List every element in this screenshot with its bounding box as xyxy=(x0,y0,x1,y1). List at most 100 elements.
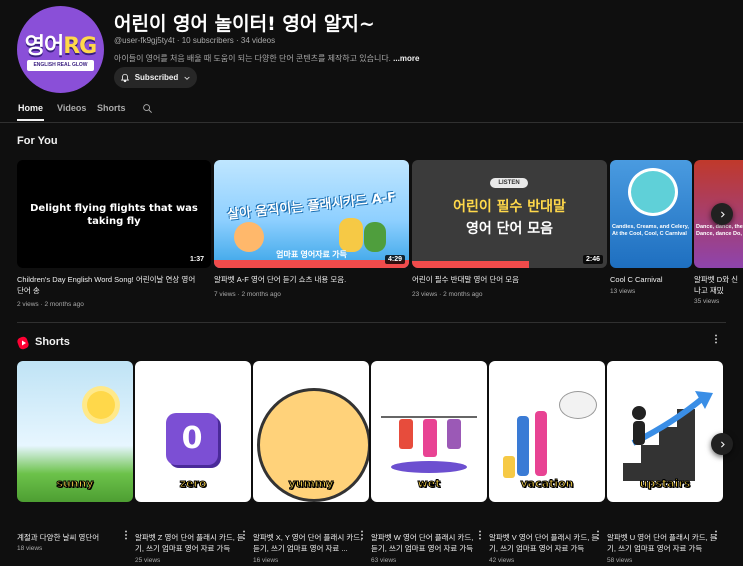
vertical-dots-icon[interactable]: ⋮ xyxy=(711,334,721,345)
clothesline xyxy=(381,416,477,418)
short-thumbnail[interactable]: vacation xyxy=(489,361,605,502)
short-word: yummy xyxy=(288,477,334,491)
subscribed-button[interactable]: Subscribed xyxy=(114,67,197,88)
section-divider xyxy=(17,322,726,323)
suitcase-illustration xyxy=(503,456,515,478)
short-thumbnail[interactable]: sunny xyxy=(17,361,133,502)
short-title[interactable]: 계절과 다양한 날씨 영단어 xyxy=(17,532,127,543)
short-views: 63 views xyxy=(371,557,397,564)
tab-shorts[interactable]: Shorts xyxy=(97,103,126,113)
tab-home[interactable]: Home xyxy=(18,103,43,113)
short-word: vacation xyxy=(520,477,574,491)
vertical-dots-icon[interactable]: ⋮ xyxy=(475,530,485,541)
sock-illustration xyxy=(399,419,413,449)
avatar-logo-sub: ENGLISH REAL GLOW xyxy=(27,60,94,71)
video-title[interactable]: 어린이 필수 반대말 영어 단어 모음 xyxy=(412,274,602,285)
vertical-dots-icon[interactable]: ⋮ xyxy=(121,530,131,541)
video-views: 23 views xyxy=(412,291,438,298)
short-thumbnail[interactable]: yummy xyxy=(253,361,369,502)
sock-illustration xyxy=(423,419,437,457)
active-tab-indicator xyxy=(17,119,44,121)
video-duration: 4:29 xyxy=(384,255,405,264)
video-title[interactable]: Children's Day English Word Song! 어린이날 연… xyxy=(17,274,203,296)
sun-illustration xyxy=(87,391,115,419)
avatar-logo: 영어RG xyxy=(24,34,97,59)
channel-avatar[interactable]: 영어RG ENGLISH REAL GLOW xyxy=(17,6,104,93)
video-title[interactable]: 알파벳 A-F 영어 단어 듣기 쇼츠 내용 모음. xyxy=(214,274,404,285)
number-zero-illustration: 0 xyxy=(166,413,218,465)
kid-illustration xyxy=(364,222,386,252)
short-thumbnail[interactable]: upstairs xyxy=(607,361,723,502)
short-word: zero xyxy=(179,477,207,491)
chevron-right-icon xyxy=(720,440,725,448)
kid-illustration xyxy=(339,218,363,252)
thumbnail-caption: 살아 움직이는 플래시카드 A-F xyxy=(226,190,397,223)
person-illustration xyxy=(535,411,547,476)
video-age: 2 months ago xyxy=(44,301,84,308)
vertical-dots-icon[interactable]: ⋮ xyxy=(593,530,603,541)
video-age: 2 months ago xyxy=(443,291,483,298)
person-illustration xyxy=(517,416,529,476)
video-thumbnail[interactable]: Delight flying flights that was taking f… xyxy=(17,160,211,268)
channel-meta: @user-fk9gj5ty4t · 10 subscribers · 34 v… xyxy=(114,36,276,45)
description-more-link[interactable]: ...more xyxy=(393,54,419,63)
tab-videos[interactable]: Videos xyxy=(57,103,86,113)
video-views: 7 views xyxy=(214,291,236,298)
thumbnail-subcaption: 엄마표 영어자료 가득 xyxy=(276,250,347,259)
thumbnail-caption: Delight flying flights that was taking f… xyxy=(30,203,198,227)
sock-illustration xyxy=(447,419,461,449)
kid-illustration xyxy=(234,222,264,252)
thought-bubble xyxy=(559,391,597,419)
video-views: 2 views xyxy=(17,301,39,308)
short-thumbnail[interactable]: wet xyxy=(371,361,487,502)
video-meta: 23 views · 2 months ago xyxy=(412,291,483,298)
progress-strip xyxy=(214,260,409,268)
listen-badge: LISTEN xyxy=(490,178,528,188)
for-you-next-button[interactable] xyxy=(711,203,733,225)
shorts-next-button[interactable] xyxy=(711,433,733,455)
vertical-dots-icon[interactable]: ⋮ xyxy=(357,530,367,541)
short-title[interactable]: 알파벳 U 영어 단어 플래시 카드, 듣기, 쓰기 엄마표 영어 자료 가득 xyxy=(607,532,717,554)
description-text: 아이들이 영어를 처음 배울 때 도움이 되는 다양한 단어 콘텐츠를 제작하고… xyxy=(114,54,391,63)
shorts-heading: Shorts xyxy=(35,336,70,348)
channel-handle: @user-fk9gj5ty4t xyxy=(114,36,175,45)
video-duration: 1:37 xyxy=(186,255,207,264)
video-thumbnail[interactable]: Candies, Creams, and Celery, At the Cool… xyxy=(610,160,692,268)
video-title[interactable]: 알파벳 D와 신나고 재밌 xyxy=(694,274,743,296)
letter-c-illustration xyxy=(628,168,678,216)
vertical-dots-icon[interactable]: ⋮ xyxy=(239,530,249,541)
channel-description[interactable]: 아이들이 영어를 처음 배울 때 도움이 되는 다양한 단어 콘텐츠를 제작하고… xyxy=(114,53,419,64)
short-title[interactable]: 알파벳 V 영어 단어 플래시 카드, 듣기, 쓰기 엄마표 영어 자료 가득 xyxy=(489,532,599,554)
thumbnail-caption-2: 영어 단어 모음 xyxy=(465,221,554,237)
video-title[interactable]: Cool C Carnival xyxy=(610,274,692,285)
thumbnail-caption: Candies, Creams, and Celery, At the Cool… xyxy=(612,224,689,237)
subscribed-label: Subscribed xyxy=(134,73,179,82)
short-title[interactable]: 알파벳 Z 영어 단어 플래시 카드, 듣기, 쓰기 엄마표 영어 자료 가득 xyxy=(135,532,245,554)
subscriber-count: 10 subscribers xyxy=(181,36,234,45)
thumbnail-caption: 어린이 필수 반대말 xyxy=(453,199,566,215)
short-views: 16 views xyxy=(253,557,279,564)
short-thumbnail[interactable]: 0 zero xyxy=(135,361,251,502)
video-views: 13 views xyxy=(610,288,636,295)
short-views: 58 views xyxy=(607,557,633,564)
video-views: 35 views xyxy=(694,298,720,305)
video-thumbnail[interactable]: LISTEN 어린이 필수 반대말 영어 단어 모음 2:46 xyxy=(412,160,607,268)
vertical-dots-icon[interactable]: ⋮ xyxy=(711,530,721,541)
video-meta: 2 views · 2 months ago xyxy=(17,301,84,308)
video-count: 34 videos xyxy=(240,36,276,45)
short-title[interactable]: 알파벳 W 영어 단어 플래시 카드, 듣기, 쓰기 엄마표 영어 자료 가득 xyxy=(371,532,481,554)
short-word: upstairs xyxy=(639,477,691,491)
short-title[interactable]: 알파벳 X, Y 영어 단어 플래시 카드, 듣기, 쓰기 엄마표 영어 자료 … xyxy=(253,532,363,554)
thumbnail-caption: Dance, dance, the bright Dance, dance Do… xyxy=(696,224,743,237)
video-thumbnail[interactable]: 살아 움직이는 플래시카드 A-F 엄마표 영어자료 가득 4:29 xyxy=(214,160,409,268)
bell-icon xyxy=(120,73,129,82)
channel-tabs: Home Videos Shorts xyxy=(0,98,743,123)
chevron-down-icon xyxy=(184,76,190,80)
video-meta: 7 views · 2 months ago xyxy=(214,291,281,298)
search-icon[interactable] xyxy=(142,103,153,114)
puddle-illustration xyxy=(391,461,467,473)
short-word: wet xyxy=(417,477,441,491)
video-age: 2 months ago xyxy=(241,291,281,298)
short-views: 42 views xyxy=(489,557,515,564)
progress-strip xyxy=(412,261,529,268)
